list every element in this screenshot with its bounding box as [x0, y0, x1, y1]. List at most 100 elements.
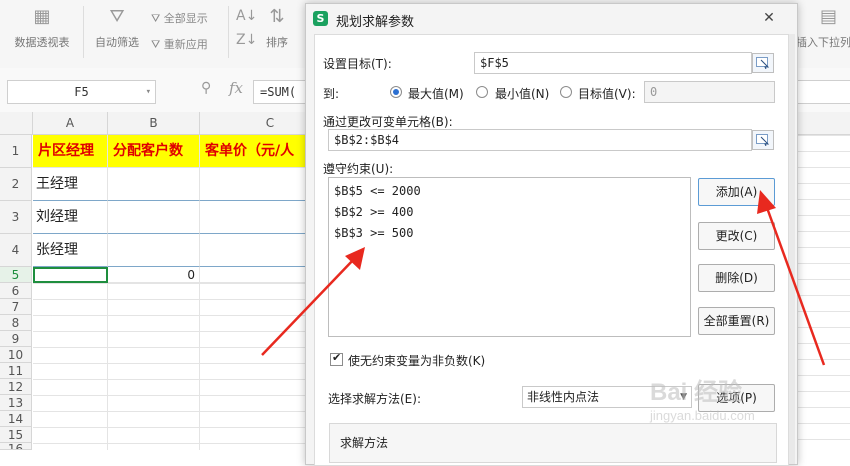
constraint-item[interactable]: $B$2 >= 400 — [334, 205, 413, 219]
row-header[interactable]: 2 — [0, 168, 32, 201]
cell-c4[interactable] — [200, 234, 310, 267]
max-label: 最大值(M) — [408, 87, 464, 101]
row-header[interactable]: 7 — [0, 299, 32, 315]
show-all-button[interactable]: ⛛ 全部显示 — [151, 10, 208, 26]
dialog-title-bar[interactable]: S 规划求解参数 ✕ — [306, 4, 797, 34]
row-header[interactable]: 1 — [0, 135, 32, 168]
method-group-label: 求解方法 — [340, 436, 389, 450]
cell-a3[interactable]: 刘经理 — [33, 201, 108, 234]
row-header[interactable]: 12 — [0, 379, 32, 395]
variable-cells-label: 通过更改可变单元格(B): — [323, 115, 453, 129]
close-icon[interactable]: ✕ — [752, 8, 786, 28]
min-label: 最小值(N) — [495, 87, 550, 101]
cell-a4[interactable]: 张经理 — [33, 234, 108, 267]
cell-b5[interactable]: 0 — [108, 267, 200, 283]
row-header-active[interactable]: 5 — [0, 267, 32, 283]
sort-icon: ⇅ — [269, 6, 285, 27]
sort-button[interactable]: ⇅ 排序 — [260, 6, 294, 50]
constraints-label: 遵守约束(U): — [323, 162, 394, 176]
row-header[interactable]: 9 — [0, 331, 32, 347]
variable-cells-range-picker[interactable] — [752, 130, 774, 150]
dialog-title: 规划求解参数 — [336, 15, 415, 30]
nonneg-label: 使无约束变量为非负数(K) — [348, 354, 486, 368]
auto-filter-button[interactable]: ⛛ 自动筛选 — [90, 6, 144, 50]
row-header[interactable]: 11 — [0, 363, 32, 379]
variable-cells-input[interactable]: $B$2:$B$4 — [328, 129, 752, 151]
row-header[interactable]: 6 — [0, 283, 32, 299]
row-header[interactable]: 8 — [0, 315, 32, 331]
watermark-brand: Bai 经验 — [650, 379, 743, 406]
fx-icon[interactable]: fx — [229, 79, 243, 97]
max-radio[interactable] — [390, 86, 402, 98]
cell-a1[interactable]: 片区经理 — [33, 135, 108, 168]
row-header[interactable]: 3 — [0, 201, 32, 234]
insert-dropdown-button[interactable]: ▤ 插入下拉列 — [796, 6, 850, 50]
name-box-value: F5 — [74, 85, 89, 99]
reset-all-button[interactable]: 全部重置(R) — [698, 307, 775, 335]
zoom-icon[interactable]: ⚲ — [201, 80, 211, 96]
objective-input[interactable]: $F$5 — [474, 52, 752, 74]
ribbon-divider — [83, 6, 84, 58]
pivot-table-label: 数据透视表 — [14, 36, 70, 49]
dropdown-list-icon: ▤ — [820, 6, 838, 27]
row-header[interactable]: 14 — [0, 411, 32, 427]
reapply-button[interactable]: ⛛ 重新应用 — [151, 36, 208, 52]
cell-c3[interactable] — [200, 201, 310, 234]
filter-icon: ⛛ — [109, 6, 125, 27]
sort-label: 排序 — [266, 36, 288, 49]
empty-cells-area[interactable] — [33, 283, 310, 450]
constraints-list[interactable]: $B$5 <= 2000 $B$2 >= 400 $B$3 >= 500 — [328, 177, 691, 337]
target-value-label: 目标值(V): — [578, 87, 636, 101]
name-box[interactable]: F5 ▾ — [7, 80, 156, 104]
reapply-icon: ⛛ — [151, 38, 164, 51]
ribbon-divider — [228, 6, 229, 58]
select-all-corner[interactable] — [0, 112, 33, 135]
chevron-down-icon[interactable]: ▾ — [146, 81, 151, 103]
set-objective-label: 设置目标(T): — [323, 57, 392, 71]
sort-desc-icon[interactable]: Z↓ — [236, 32, 257, 48]
constraint-item[interactable]: $B$5 <= 2000 — [334, 184, 421, 198]
method-select-value: 非线性内点法 — [527, 390, 600, 404]
pivot-table-button[interactable]: ▦ 数据透视表 — [8, 6, 76, 50]
sort-asc-icon[interactable]: A↓ — [236, 8, 257, 24]
min-radio[interactable] — [476, 86, 488, 98]
cell-c2[interactable] — [200, 168, 310, 201]
column-header-right[interactable] — [796, 112, 850, 135]
formula-input-overflow[interactable] — [796, 80, 850, 104]
column-header-a[interactable]: A — [33, 112, 108, 135]
baidu-watermark: Bai 经验 jingyan.baidu.com — [640, 372, 840, 432]
constraint-item[interactable]: $B$3 >= 500 — [334, 226, 413, 240]
row-header[interactable]: 13 — [0, 395, 32, 411]
cell-c5[interactable] — [200, 267, 310, 283]
cell-b1[interactable]: 分配客户数 — [108, 135, 200, 168]
cell-a2[interactable]: 王经理 — [33, 168, 108, 201]
change-button[interactable]: 更改(C) — [698, 222, 775, 250]
column-header-b[interactable]: B — [108, 112, 200, 135]
check-icon: ✔ — [332, 351, 342, 364]
delete-button[interactable]: 删除(D) — [698, 264, 775, 292]
row-header[interactable]: 4 — [0, 234, 32, 267]
row-header[interactable]: 10 — [0, 347, 32, 363]
row-header[interactable]: 16 — [0, 443, 32, 450]
range-select-icon — [756, 57, 770, 69]
nonneg-checkbox[interactable]: ✔ — [330, 351, 343, 366]
pivot-table-icon: ▦ — [33, 6, 51, 27]
add-button[interactable]: 添加(A) — [698, 178, 775, 206]
cell-a5[interactable] — [33, 267, 108, 283]
watermark-url: jingyan.baidu.com — [650, 408, 755, 423]
wps-app-icon: S — [313, 11, 328, 26]
range-select-icon — [756, 134, 770, 146]
objective-range-picker[interactable] — [752, 53, 774, 73]
insert-dropdown-label: 插入下拉列 — [796, 36, 850, 49]
cell-b2[interactable] — [108, 168, 200, 201]
cell-b3[interactable] — [108, 201, 200, 234]
show-all-label: 全部显示 — [163, 12, 208, 25]
cell-c1[interactable]: 客单价（元/人 — [200, 135, 310, 168]
cell-b4[interactable] — [108, 234, 200, 267]
auto-filter-label: 自动筛选 — [95, 36, 139, 49]
reapply-label: 重新应用 — [163, 38, 208, 51]
filter-small-icon: ⛛ — [151, 12, 164, 25]
row-header[interactable]: 15 — [0, 427, 32, 443]
target-value-input[interactable]: 0 — [644, 81, 775, 103]
target-value-radio[interactable] — [560, 86, 572, 98]
